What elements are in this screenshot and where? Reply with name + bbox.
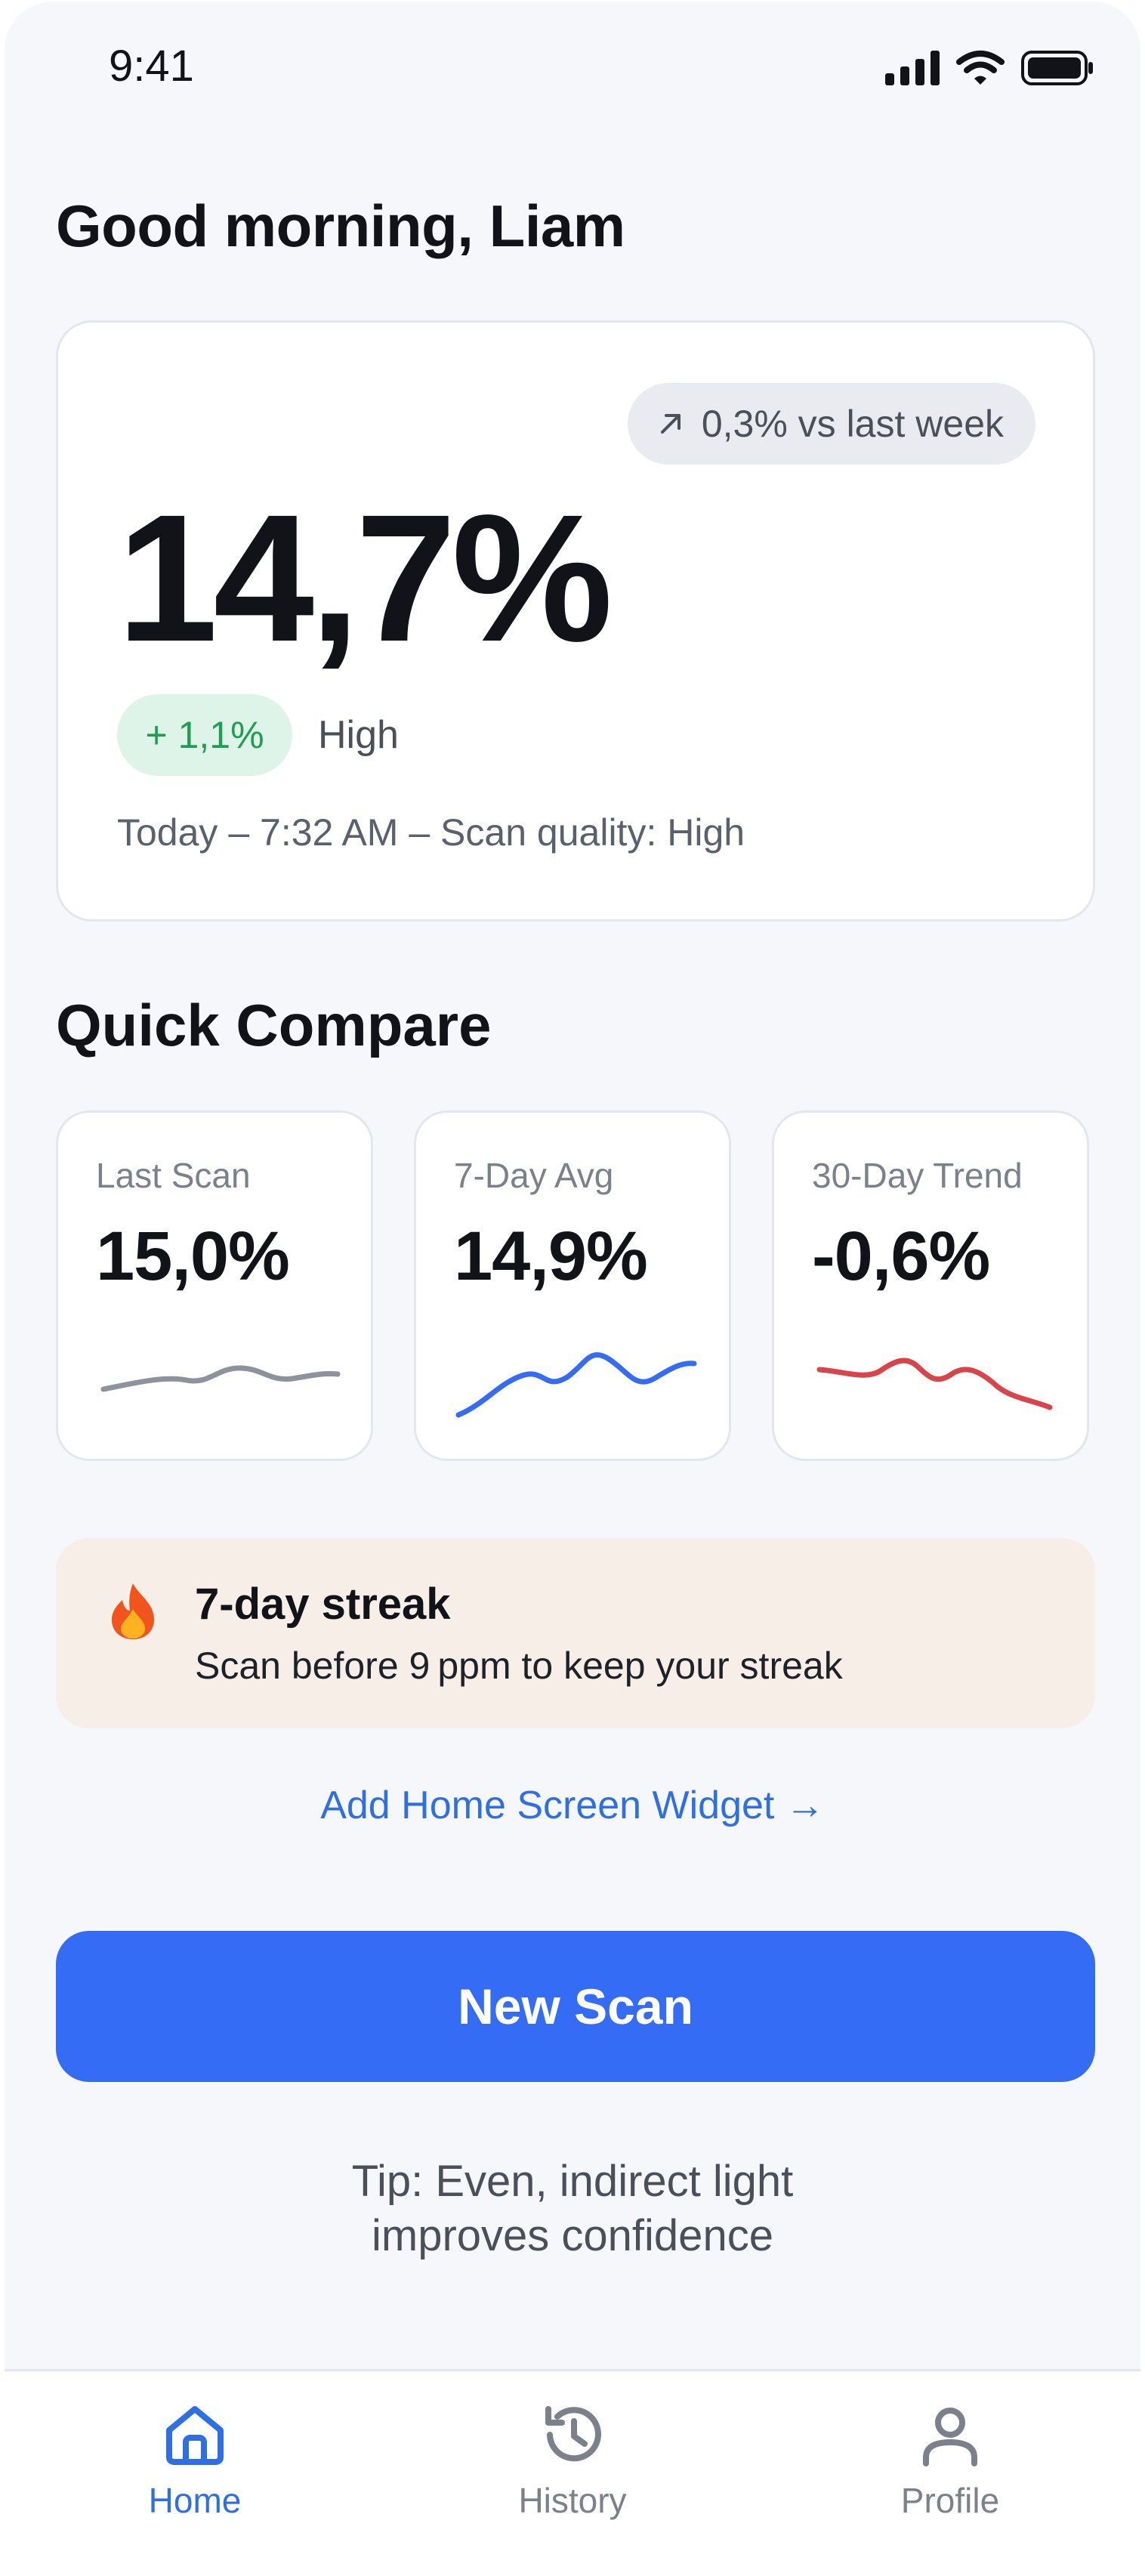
wifi-icon: [956, 51, 1005, 85]
history-icon: [545, 2406, 601, 2462]
compare-card-value: 15,0%: [96, 1218, 290, 1295]
status-time: 9:41: [109, 42, 194, 91]
tab-history[interactable]: History: [459, 2401, 686, 2521]
sparkline-7-day-avg: [455, 1352, 697, 1418]
tip-line: Tip: Even, indirect light: [351, 2157, 794, 2206]
body-fat-summary-card[interactable]: 0,3% vs last week 14,7% + 1,1% High Toda…: [56, 320, 1095, 922]
compare-card-label: 7-Day Avg: [454, 1156, 614, 1195]
compare-card-label: 30-Day Trend: [812, 1156, 1023, 1195]
new-scan-button[interactable]: New Scan: [56, 1931, 1095, 2082]
tip-text: Tip: Even, indirect light improves confi…: [5, 2154, 1140, 2263]
fire-icon: [112, 1583, 154, 1639]
compare-card-7-day-avg[interactable]: 7-Day Avg 14,9%: [414, 1110, 731, 1461]
compare-card-label: Last Scan: [96, 1156, 251, 1195]
tab-label: Home: [148, 2481, 242, 2520]
current-value: 14,7%: [117, 477, 613, 679]
delta-label: High: [318, 713, 399, 757]
tab-label: History: [518, 2481, 627, 2520]
arrow-up-right-icon: [660, 414, 681, 434]
quick-compare-title: Quick Compare: [56, 992, 492, 1058]
compare-card-last-scan[interactable]: Last Scan 15,0%: [56, 1110, 373, 1461]
profile-icon: [923, 2408, 977, 2466]
weekly-change-pill: 0,3% vs last week: [627, 383, 1035, 465]
greeting-title: Good morning, Liam: [56, 193, 625, 259]
signal-icon: [885, 51, 940, 85]
battery-icon: [1021, 51, 1093, 85]
delta-badge: + 1,1%: [117, 694, 292, 776]
tab-home[interactable]: Home: [82, 2401, 308, 2521]
streak-banner: 7-day streak Scan before 9 ppm to keep y…: [56, 1538, 1095, 1728]
tab-profile[interactable]: Profile: [837, 2401, 1063, 2521]
tab-bar: Home History Profile: [5, 2369, 1140, 2571]
phone-screen: 9:41 Good morning, Liam 0,3% vs last wee…: [5, 2, 1140, 2571]
status-icons: [885, 50, 1094, 86]
tab-label: Profile: [900, 2481, 1000, 2520]
add-widget-link[interactable]: Add Home Screen Widget →: [5, 1783, 1140, 1828]
scan-meta: Today – 7:32 AM – Scan quality: High: [117, 811, 745, 854]
home-icon: [166, 2406, 224, 2465]
compare-card-30-day-trend[interactable]: 30-Day Trend -0,6%: [772, 1110, 1089, 1461]
streak-title: 7-day streak: [195, 1580, 451, 1629]
weekly-change-text: 0,3% vs last week: [701, 403, 1004, 445]
sparkline-30-day-trend: [816, 1357, 1053, 1410]
streak-subtitle: Scan before 9 ppm to keep your streak: [195, 1645, 843, 1687]
compare-card-value: -0,6%: [812, 1218, 990, 1295]
compare-card-value: 14,9%: [454, 1218, 648, 1295]
sparkline-last-scan: [100, 1365, 341, 1392]
tip-line: improves confidence: [372, 2211, 773, 2260]
